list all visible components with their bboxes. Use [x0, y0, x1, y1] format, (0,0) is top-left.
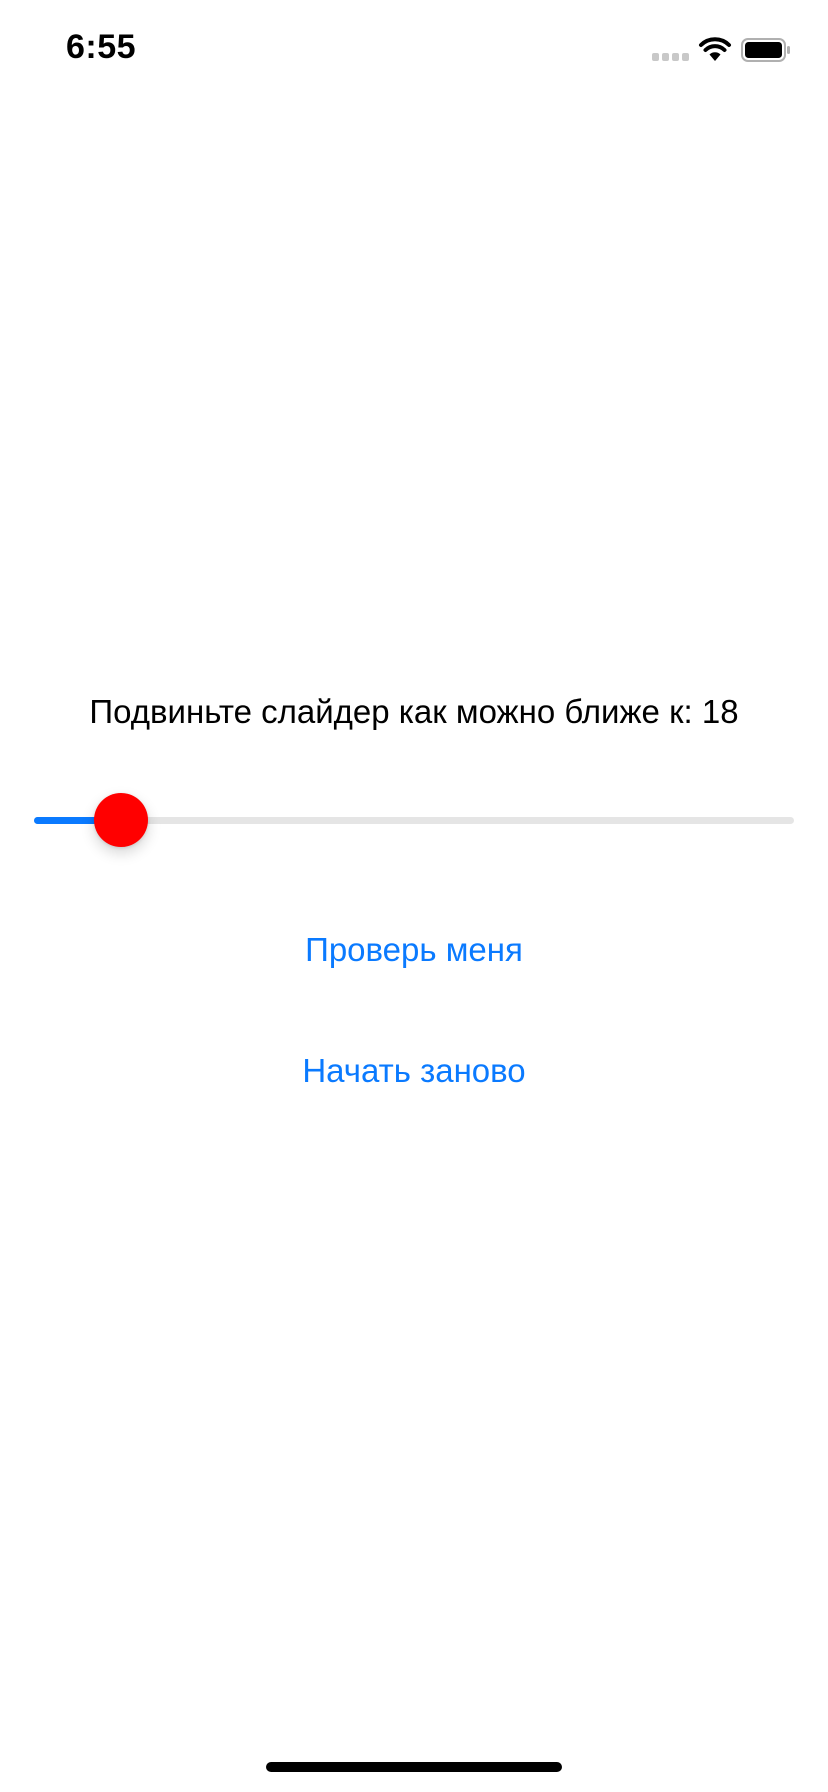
target-prompt: Подвиньте слайдер как можно ближе к: 18: [89, 693, 739, 730]
restart-button[interactable]: Начать заново: [0, 1049, 828, 1093]
check-button[interactable]: Проверь меня: [0, 928, 828, 972]
status-bar: 6:55: [0, 0, 828, 100]
home-indicator: [266, 1762, 562, 1772]
wifi-icon: [699, 37, 731, 61]
cellular-signal-icon: [652, 53, 690, 61]
value-slider[interactable]: [34, 788, 794, 852]
slider-thumb[interactable]: [94, 793, 148, 847]
battery-icon: [741, 38, 790, 62]
status-time: 6:55: [66, 28, 137, 66]
slider-track[interactable]: [34, 817, 794, 824]
